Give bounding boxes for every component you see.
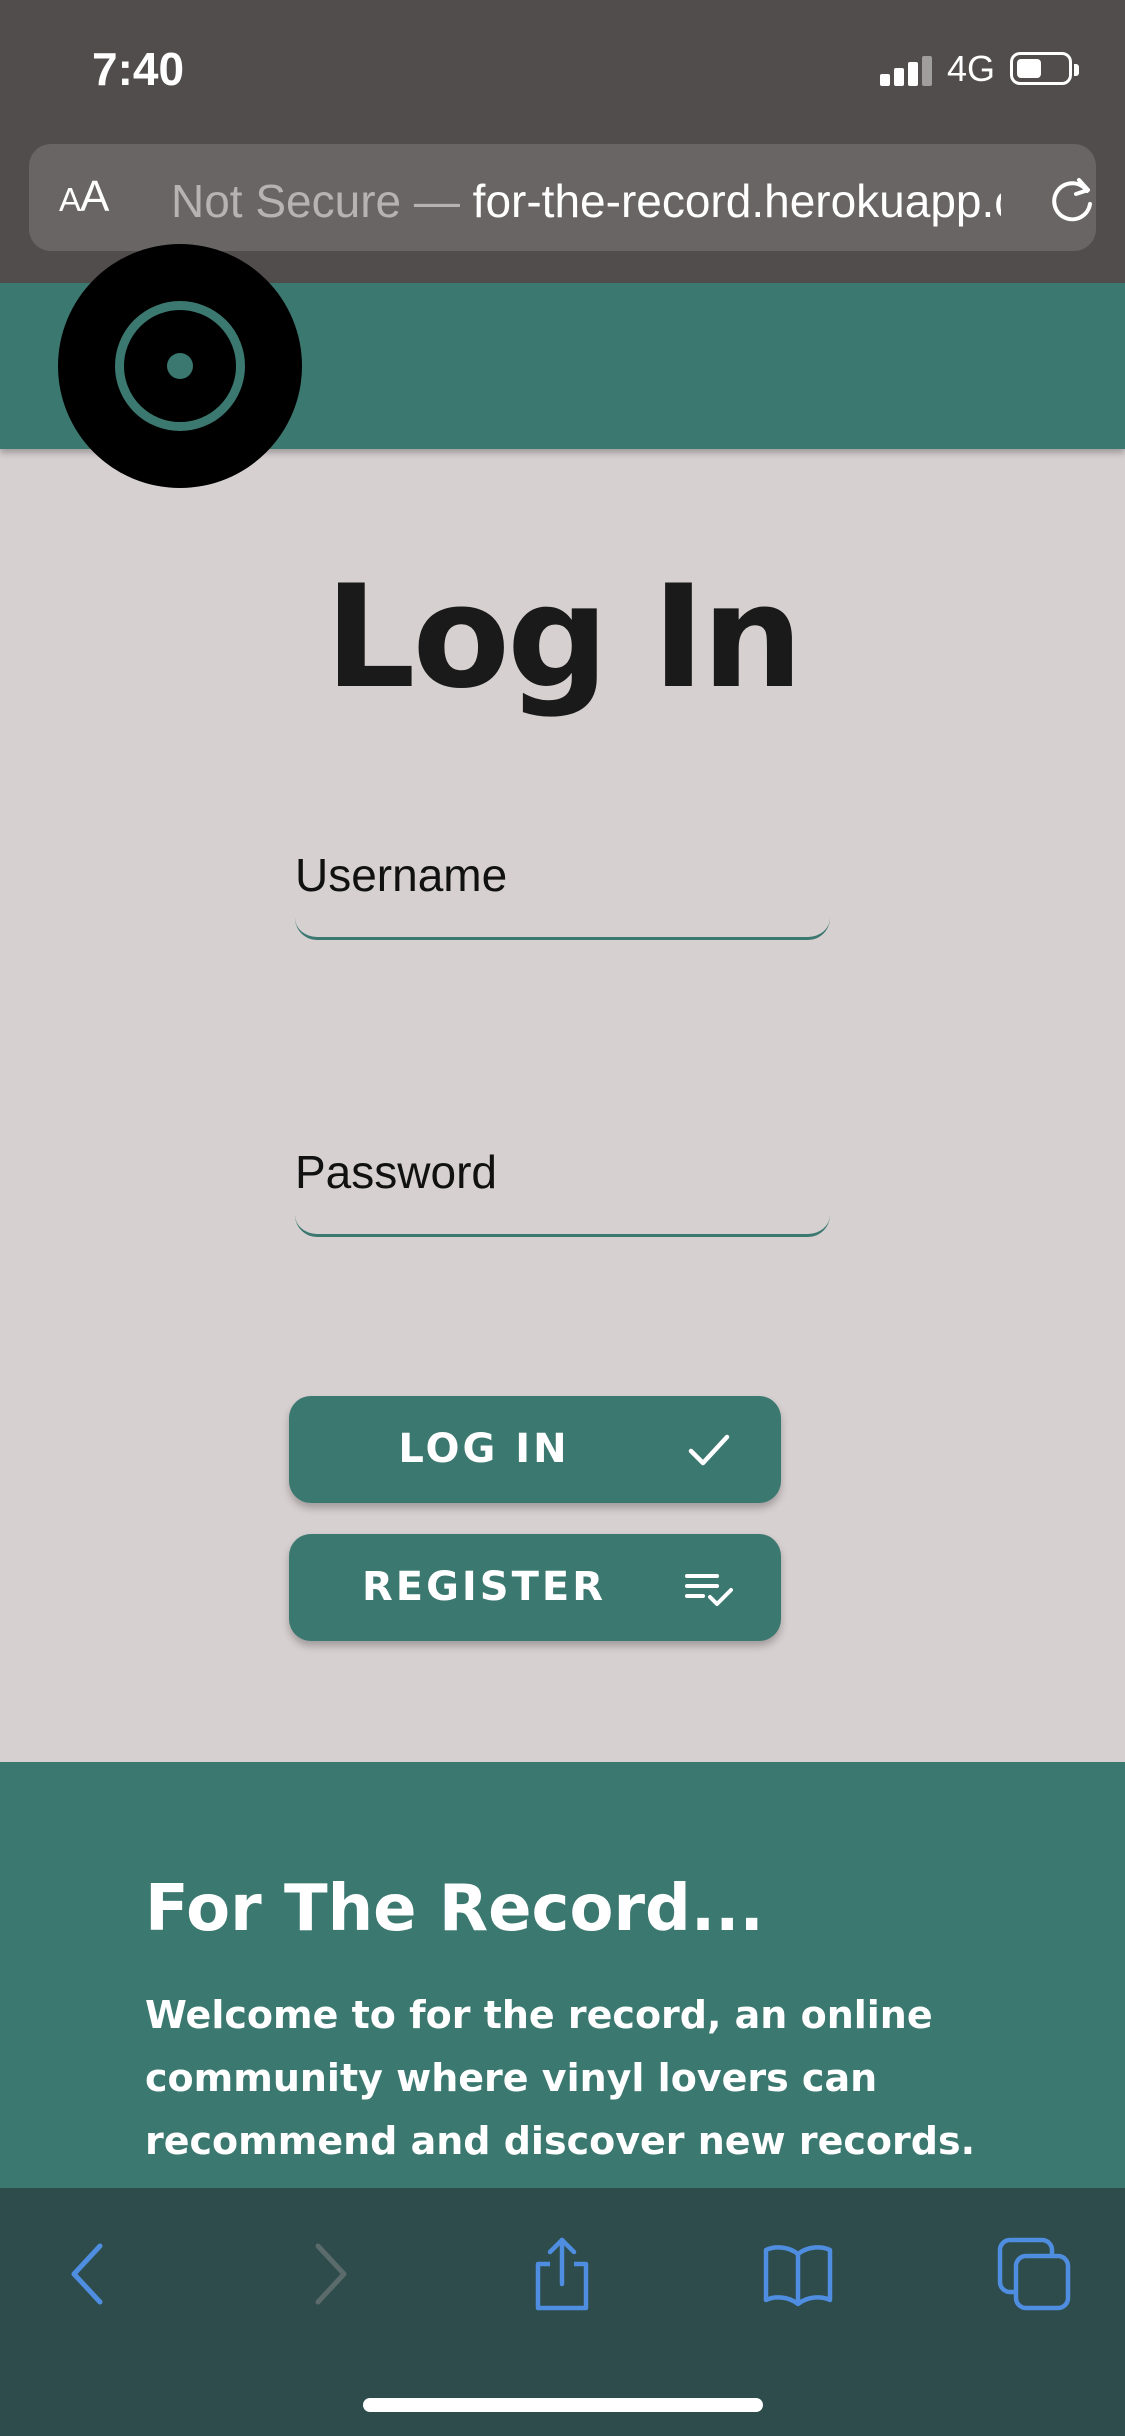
battery-icon — [1010, 52, 1079, 85]
checkmark-icon — [688, 1434, 730, 1466]
security-warning: Not Secure — — [171, 175, 460, 227]
playlist-check-icon — [685, 1574, 733, 1606]
username-input[interactable] — [295, 812, 830, 937]
about-section: For The Record... Welcome to for the rec… — [0, 1762, 1125, 2188]
register-button-label: REGISTER — [361, 1564, 607, 1610]
url-host: for-the-record.herokuapp.com — [472, 175, 1001, 227]
reload-icon[interactable] — [1046, 174, 1096, 226]
home-indicator[interactable] — [363, 2398, 763, 2412]
password-input[interactable] — [295, 1109, 830, 1234]
status-time: 7:40 — [92, 43, 185, 95]
tabs-icon[interactable] — [994, 2234, 1074, 2314]
back-icon[interactable] — [52, 2234, 132, 2314]
password-field[interactable] — [295, 1109, 830, 1237]
bookmarks-icon[interactable] — [758, 2234, 838, 2314]
forward-icon[interactable] — [286, 2234, 366, 2314]
network-type: 4G — [947, 48, 996, 89]
login-button-label: LOG IN — [398, 1426, 570, 1472]
about-text: Welcome to for the record, an online com… — [145, 1993, 976, 2163]
browser-toolbar — [0, 2188, 1125, 2436]
login-button[interactable]: LOG IN — [289, 1396, 781, 1503]
url-display[interactable]: Not Secure — for-the-record.herokuapp.co… — [171, 174, 1001, 228]
status-bar: 7:40 4G — [0, 0, 1125, 140]
register-button[interactable]: REGISTER — [289, 1534, 781, 1641]
record-logo-icon[interactable] — [58, 244, 302, 488]
about-heading: For The Record... — [145, 1872, 764, 1946]
address-bar[interactable]: AA Not Secure — for-the-record.herokuapp… — [29, 144, 1096, 251]
reader-text-size-button[interactable]: AA — [59, 172, 109, 222]
share-icon[interactable] — [522, 2234, 602, 2314]
username-field[interactable] — [295, 812, 830, 940]
cellular-signal-icon — [880, 54, 934, 86]
page-title: Log In — [324, 555, 803, 720]
